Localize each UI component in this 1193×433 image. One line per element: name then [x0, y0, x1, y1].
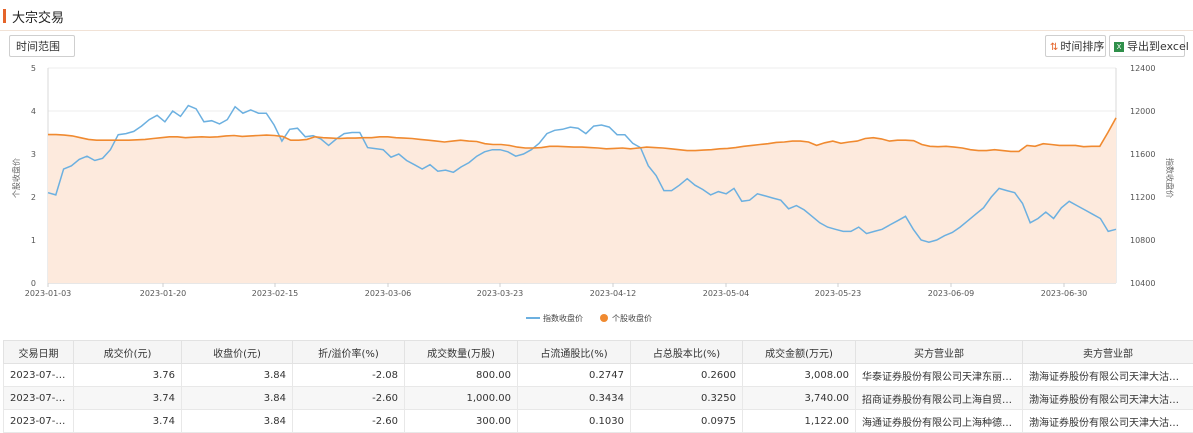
title-accent-bar: [3, 9, 6, 23]
x-tick-label: 2023-06-30: [1041, 289, 1088, 298]
table-cell: 海通证券股份有限公司上海种德桥...: [856, 410, 1023, 433]
x-tick-label: 2023-01-20: [140, 289, 187, 298]
time-sort-button[interactable]: ⇅时间排序: [1045, 35, 1106, 57]
column-header[interactable]: 成交数量(万股): [405, 341, 518, 364]
left-tick-label: 4: [31, 107, 36, 116]
table-cell: 3.84: [182, 387, 293, 410]
x-tick-label: 2023-06-09: [928, 289, 975, 298]
left-axis-title: 个股收盘价: [11, 158, 21, 198]
column-header[interactable]: 占流通股比(%): [518, 341, 631, 364]
table-cell: 0.1030: [518, 410, 631, 433]
x-tick-label: 2023-03-06: [365, 289, 412, 298]
table-cell: 3,740.00: [743, 387, 856, 410]
table-cell: 3.84: [182, 364, 293, 387]
table-cell: 800.00: [405, 364, 518, 387]
right-tick-label: 12400: [1130, 64, 1155, 73]
table-cell: 2023-07-10: [4, 364, 74, 387]
table-cell: 华泰证券股份有限公司天津东丽开...: [856, 364, 1023, 387]
column-header[interactable]: 买方营业部: [856, 341, 1023, 364]
table-cell: 1,122.00: [743, 410, 856, 433]
right-tick-label: 10800: [1130, 236, 1155, 245]
export-excel-button[interactable]: X导出到excel: [1109, 35, 1185, 57]
time-range-button[interactable]: 时间范围: [9, 35, 75, 57]
table-cell: 0.2747: [518, 364, 631, 387]
table-cell: -2.60: [293, 387, 405, 410]
stock-price-area: [48, 118, 1116, 283]
table-cell: 渤海证券股份有限公司天津大沽北...: [1023, 387, 1193, 410]
legend-stock-label: 个股收盘价: [612, 313, 652, 323]
block-trade-table: 交易日期成交价(元)收盘价(元)折/溢价率(%)成交数量(万股)占流通股比(%)…: [3, 340, 1193, 433]
left-tick-label: 0: [31, 279, 36, 288]
table-cell: 2023-07-10: [4, 387, 74, 410]
excel-icon: X: [1114, 42, 1124, 52]
legend-stock-swatch: [600, 314, 608, 322]
price-chart: 0 1 2 3 4 5 10400 10800 11200 11600 12000 12400 2023…: [0, 62, 1193, 338]
table-cell: 2023-07-10: [4, 410, 74, 433]
table-cell: 0.3434: [518, 387, 631, 410]
export-excel-label: 导出到excel: [1127, 40, 1189, 53]
left-tick-label: 1: [31, 236, 36, 245]
legend-index-label: 指数收盘价: [543, 313, 583, 323]
time-sort-label: 时间排序: [1060, 40, 1104, 53]
right-tick-label: 10400: [1130, 279, 1155, 288]
chart-svg: 0 1 2 3 4 5 10400 10800 11200 11600 12000 12400 2023…: [0, 62, 1193, 338]
table-cell: 渤海证券股份有限公司天津大沽北...: [1023, 364, 1193, 387]
table-header-row: 交易日期成交价(元)收盘价(元)折/溢价率(%)成交数量(万股)占流通股比(%)…: [4, 341, 1193, 364]
table-row[interactable]: 2023-07-103.763.84-2.08800.000.27470.260…: [4, 364, 1193, 387]
sort-arrows-icon: ⇅: [1050, 37, 1058, 59]
table-cell: 招商证券股份有限公司上海自贸试...: [856, 387, 1023, 410]
time-range-label: 时间范围: [16, 40, 60, 53]
x-tick-label: 2023-05-23: [815, 289, 862, 298]
column-header[interactable]: 交易日期: [4, 341, 74, 364]
left-tick-label: 2: [31, 193, 36, 202]
x-tick-label: 2023-02-15: [252, 289, 299, 298]
table-cell: 300.00: [405, 410, 518, 433]
left-tick-label: 5: [31, 64, 36, 73]
column-header[interactable]: 收盘价(元): [182, 341, 293, 364]
table-cell: 0.2600: [631, 364, 743, 387]
column-header[interactable]: 折/溢价率(%): [293, 341, 405, 364]
x-tick-label: 2023-04-12: [590, 289, 637, 298]
column-header[interactable]: 成交价(元): [74, 341, 182, 364]
left-tick-label: 3: [31, 150, 36, 159]
table-cell: -2.60: [293, 410, 405, 433]
right-axis-title: 指数收盘价: [1165, 158, 1175, 198]
column-header[interactable]: 成交金额(万元): [743, 341, 856, 364]
table-cell: 3,008.00: [743, 364, 856, 387]
toolbar: 时间范围 ⇅时间排序 X导出到excel: [0, 31, 1193, 61]
right-tick-label: 11600: [1130, 150, 1155, 159]
table-cell: 3.74: [74, 410, 182, 433]
panel-header: 大宗交易: [0, 0, 1193, 31]
table-row[interactable]: 2023-07-103.743.84-2.601,000.000.34340.3…: [4, 387, 1193, 410]
right-tick-label: 12000: [1130, 107, 1155, 116]
column-header[interactable]: 卖方营业部: [1023, 341, 1193, 364]
table-row[interactable]: 2023-07-103.743.84-2.60300.000.10300.097…: [4, 410, 1193, 433]
x-tick-label: 2023-01-03: [25, 289, 72, 298]
table-cell: 渤海证券股份有限公司天津大沽北...: [1023, 410, 1193, 433]
table-cell: 3.76: [74, 364, 182, 387]
table-cell: 3.74: [74, 387, 182, 410]
x-tick-label: 2023-03-23: [477, 289, 524, 298]
table-cell: -2.08: [293, 364, 405, 387]
x-tick-label: 2023-05-04: [703, 289, 750, 298]
table-cell: 0.0975: [631, 410, 743, 433]
right-tick-label: 11200: [1130, 193, 1155, 202]
table-cell: 3.84: [182, 410, 293, 433]
column-header[interactable]: 占总股本比(%): [631, 341, 743, 364]
table-cell: 1,000.00: [405, 387, 518, 410]
table-cell: 0.3250: [631, 387, 743, 410]
panel-title: 大宗交易: [12, 7, 64, 26]
